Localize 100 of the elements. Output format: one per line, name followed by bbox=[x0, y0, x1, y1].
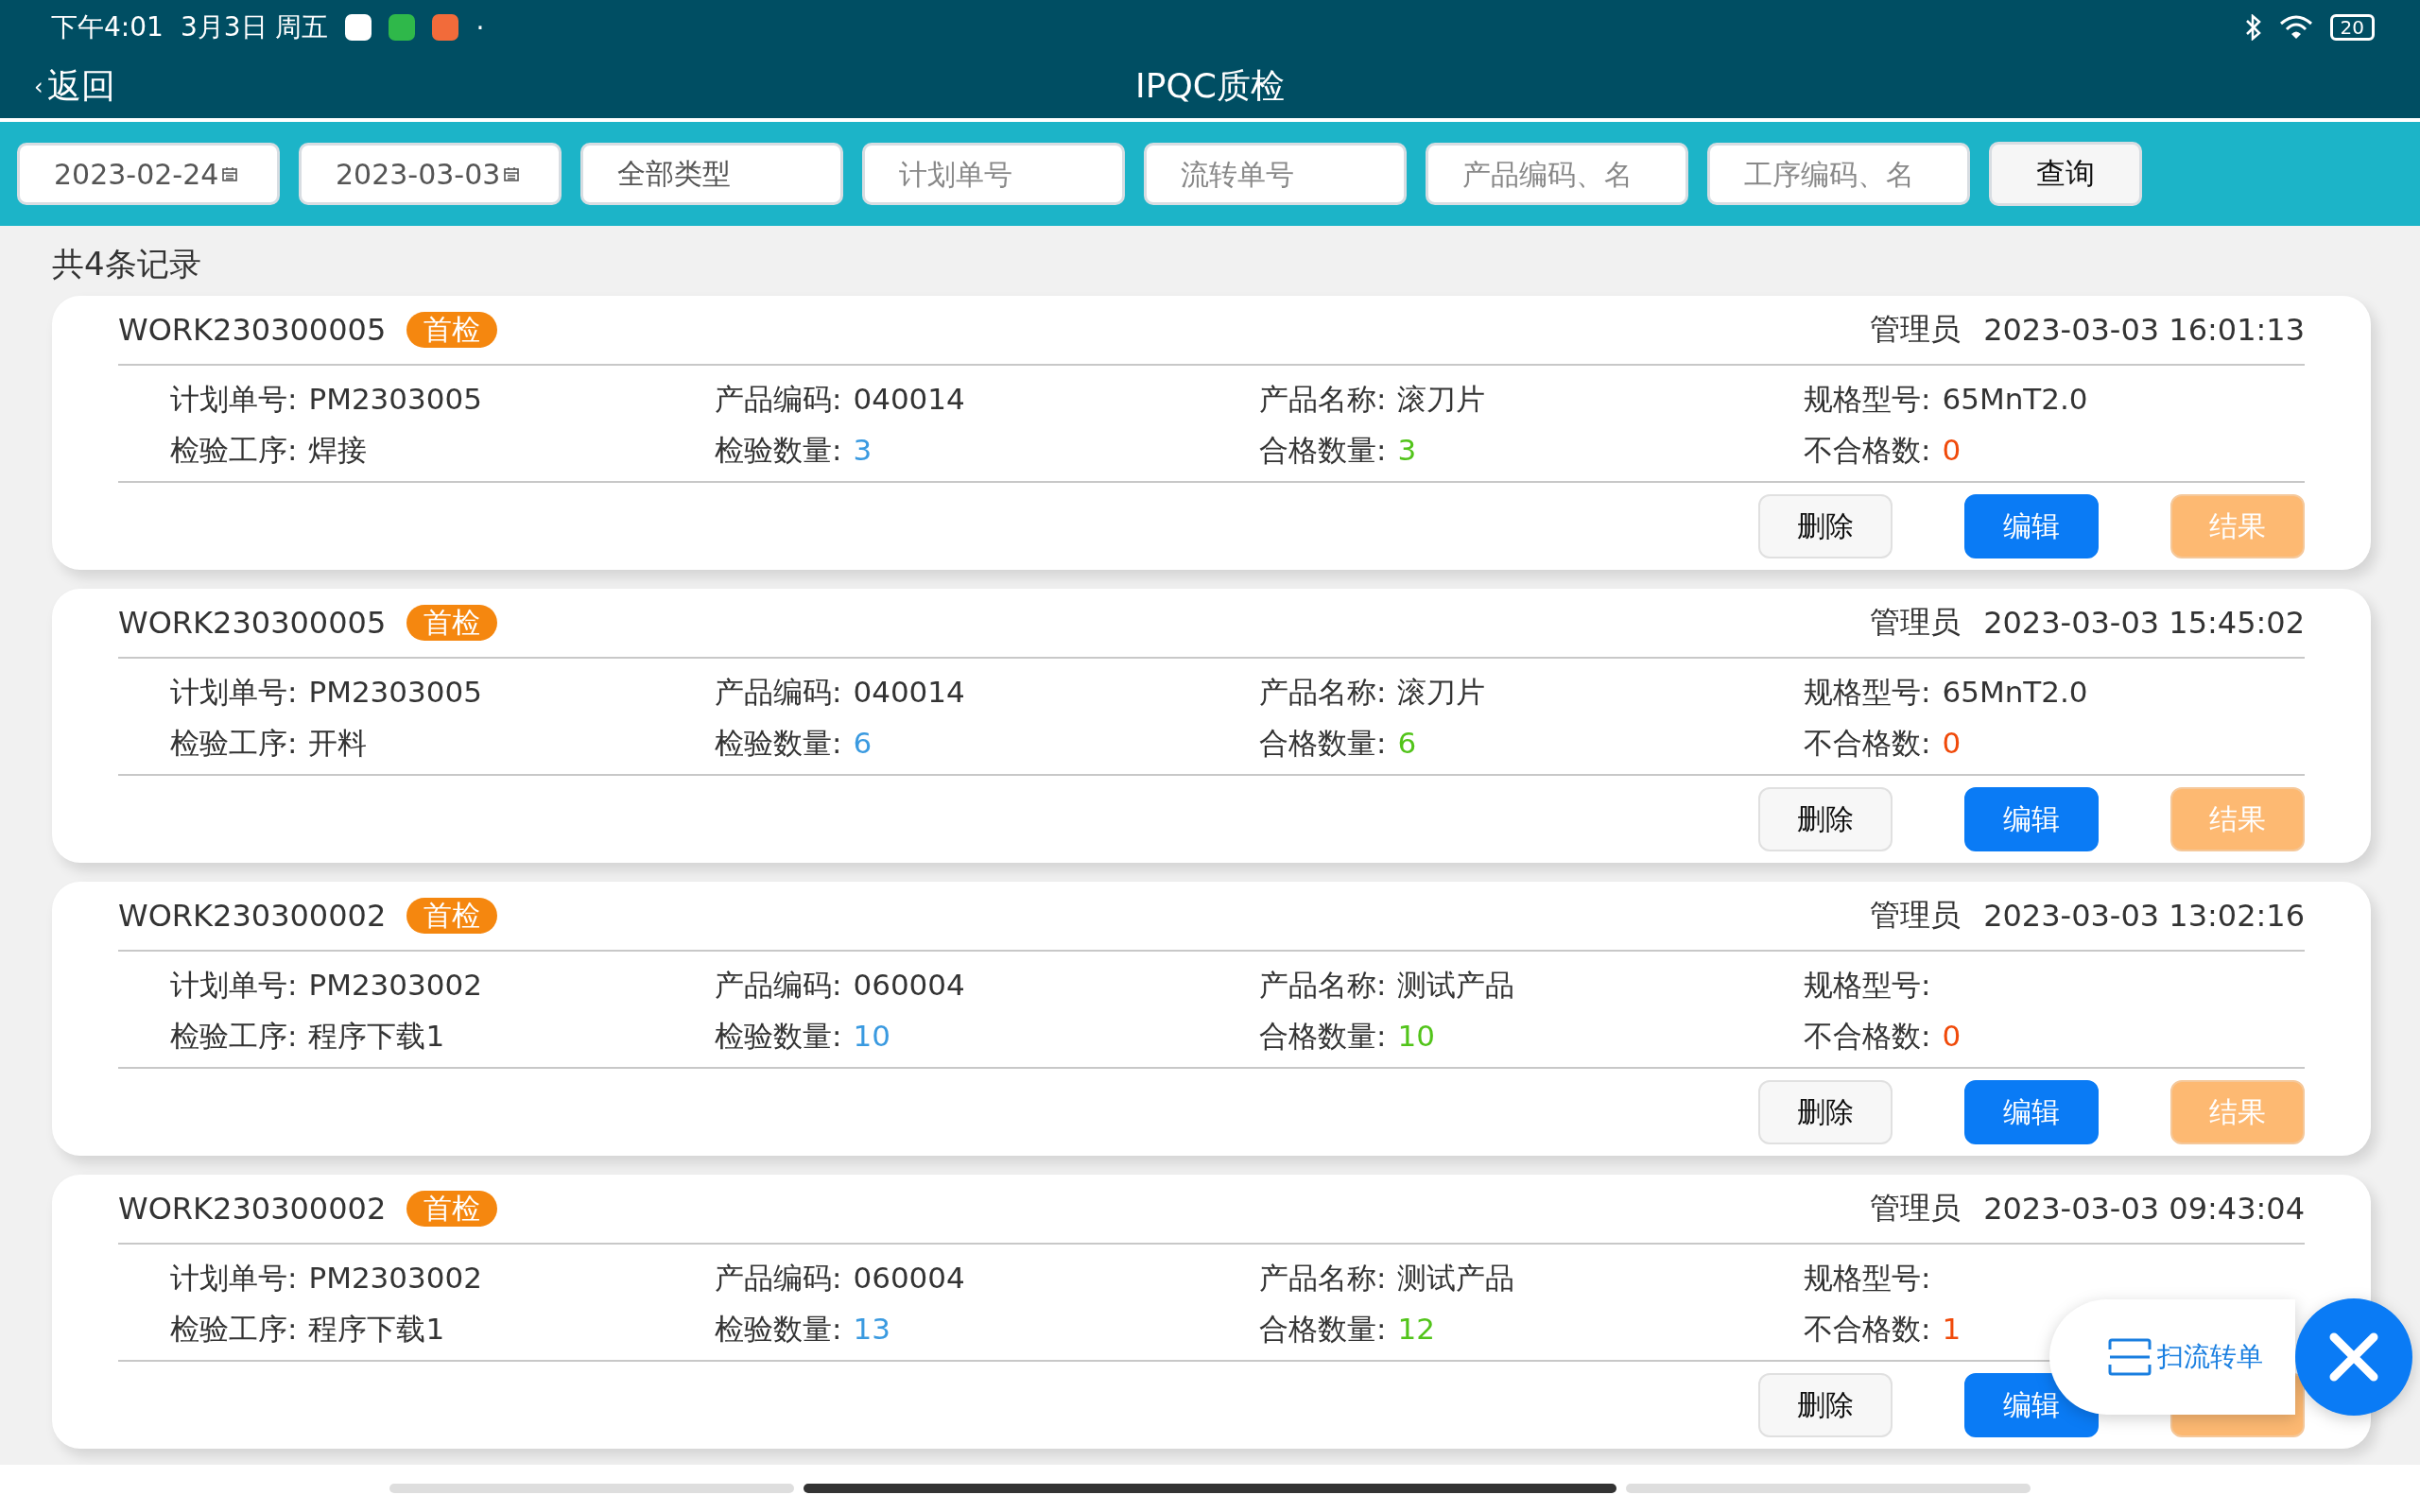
field-label: 检验数量: bbox=[715, 725, 842, 762]
field-value: 焊接 bbox=[308, 432, 368, 469]
delete-button[interactable]: 删除 bbox=[1758, 1373, 1893, 1437]
field-value: 0 bbox=[1942, 1018, 1962, 1055]
status-time: 下午4:01 bbox=[51, 10, 164, 44]
field-value: PM2303002 bbox=[308, 1260, 482, 1297]
record-time: 2023-03-03 13:02:16 bbox=[1983, 898, 2305, 934]
field-label: 计划单号: bbox=[170, 1260, 298, 1297]
record-time: 2023-03-03 16:01:13 bbox=[1983, 312, 2305, 348]
field-value: 3 bbox=[853, 432, 873, 469]
field-value: 程序下载1 bbox=[308, 1311, 445, 1348]
field-value: 3 bbox=[1397, 432, 1417, 469]
edit-button[interactable]: 编辑 bbox=[1964, 1080, 2099, 1144]
field-label: 不合格数: bbox=[1804, 432, 1931, 469]
status-date: 3月3日 周五 bbox=[180, 10, 329, 44]
inspection-type-badge: 首检 bbox=[406, 1191, 498, 1227]
field-label: 合格数量: bbox=[1259, 432, 1387, 469]
field-label: 计划单号: bbox=[170, 674, 298, 711]
edit-button[interactable]: 编辑 bbox=[1964, 494, 2099, 558]
field-label: 产品编码: bbox=[715, 967, 842, 1004]
field-label: 产品编码: bbox=[715, 674, 842, 711]
field-label: 不合格数: bbox=[1804, 1018, 1931, 1055]
date-field[interactable]: 2023-03-03 bbox=[299, 143, 562, 205]
page-title: IPQC质检 bbox=[1135, 65, 1285, 107]
calendar-icon bbox=[222, 166, 238, 181]
field-value: 滚刀片 bbox=[1397, 674, 1486, 711]
inspector-name: 管理员 bbox=[1870, 603, 1962, 642]
field-value: PM2303005 bbox=[308, 674, 482, 711]
search-field[interactable]: 流转单号 bbox=[1144, 143, 1407, 205]
inspector-name: 管理员 bbox=[1870, 1189, 1962, 1228]
record-code: WORK230300005 bbox=[118, 605, 387, 641]
field-label: 检验工序: bbox=[170, 725, 298, 762]
field-label: 计划单号: bbox=[170, 967, 298, 1004]
search-field[interactable]: 产品编码、名 bbox=[1426, 143, 1688, 205]
search-field[interactable]: 工序编码、名 bbox=[1707, 143, 1970, 205]
field-value: 060004 bbox=[853, 1260, 965, 1297]
inspector-name: 管理员 bbox=[1870, 310, 1962, 349]
field-value: 0 bbox=[1942, 432, 1962, 469]
field-label: 合格数量: bbox=[1259, 725, 1387, 762]
field-label: 合格数量: bbox=[1259, 1018, 1387, 1055]
status-dot: · bbox=[475, 11, 485, 43]
field-value: 6 bbox=[853, 725, 873, 762]
field-value: 10 bbox=[1397, 1018, 1435, 1055]
field-label: 产品名称: bbox=[1259, 967, 1387, 1004]
field-label: 不合格数: bbox=[1804, 1311, 1931, 1348]
inspection-type-badge: 首检 bbox=[406, 898, 498, 934]
field-label: 产品名称: bbox=[1259, 381, 1387, 418]
field-value: 测试产品 bbox=[1397, 967, 1515, 1004]
field-label: 规格型号: bbox=[1804, 381, 1931, 418]
field-value: PM2303005 bbox=[308, 381, 482, 418]
field-label: 规格型号: bbox=[1804, 967, 1931, 1004]
field-label: 不合格数: bbox=[1804, 725, 1931, 762]
field-label: 检验数量: bbox=[715, 1018, 842, 1055]
query-button[interactable]: 查询 bbox=[1989, 142, 2142, 206]
field-value: PM2303002 bbox=[308, 967, 482, 1004]
bluetooth-icon bbox=[2244, 14, 2262, 41]
scan-icon bbox=[2108, 1338, 2152, 1376]
field-label: 检验数量: bbox=[715, 1311, 842, 1348]
field-label: 规格型号: bbox=[1804, 674, 1931, 711]
type-dropdown[interactable]: 全部类型 bbox=[580, 143, 843, 205]
field-value: 040014 bbox=[853, 674, 965, 711]
field-label: 产品名称: bbox=[1259, 1260, 1387, 1297]
field-label: 产品编码: bbox=[715, 1260, 842, 1297]
search-field[interactable]: 计划单号 bbox=[862, 143, 1125, 205]
field-value: 65MnT2.0 bbox=[1942, 381, 2088, 418]
field-value: 12 bbox=[1397, 1311, 1435, 1348]
delete-button[interactable]: 删除 bbox=[1758, 1080, 1893, 1144]
field-value: 6 bbox=[1397, 725, 1417, 762]
inspection-type-badge: 首检 bbox=[406, 312, 498, 348]
record-code: WORK230300002 bbox=[118, 898, 387, 934]
back-button[interactable]: ‹返回 bbox=[34, 63, 115, 110]
date-field[interactable]: 2023-02-24 bbox=[17, 143, 280, 205]
field-label: 检验数量: bbox=[715, 432, 842, 469]
field-value: 0 bbox=[1942, 725, 1962, 762]
field-label: 规格型号: bbox=[1804, 1260, 1931, 1297]
field-label: 产品编码: bbox=[715, 381, 842, 418]
wifi-icon bbox=[2278, 14, 2313, 41]
field-value: 060004 bbox=[853, 967, 965, 1004]
close-icon bbox=[2328, 1332, 2379, 1383]
edit-button[interactable]: 编辑 bbox=[1964, 787, 2099, 851]
field-value: 开料 bbox=[308, 725, 368, 762]
calendar-icon bbox=[504, 166, 520, 181]
field-label: 检验工序: bbox=[170, 432, 298, 469]
field-label: 合格数量: bbox=[1259, 1311, 1387, 1348]
delete-button[interactable]: 删除 bbox=[1758, 494, 1893, 558]
record-time: 2023-03-03 09:43:04 bbox=[1983, 1191, 2305, 1227]
field-value: 测试产品 bbox=[1397, 1260, 1515, 1297]
record-code: WORK230300002 bbox=[118, 1191, 387, 1227]
field-value: 040014 bbox=[853, 381, 965, 418]
record-code: WORK230300005 bbox=[118, 312, 387, 348]
record-count: 共4条记录 bbox=[51, 244, 202, 284]
delete-button[interactable]: 删除 bbox=[1758, 787, 1893, 851]
field-label: 产品名称: bbox=[1259, 674, 1387, 711]
field-value: 程序下载1 bbox=[308, 1018, 445, 1055]
field-label: 计划单号: bbox=[170, 381, 298, 418]
battery-indicator: 20 bbox=[2329, 14, 2375, 41]
record-time: 2023-03-03 15:45:02 bbox=[1983, 605, 2305, 641]
inspector-name: 管理员 bbox=[1870, 896, 1962, 935]
field-label: 检验工序: bbox=[170, 1018, 298, 1055]
field-value: 10 bbox=[853, 1018, 890, 1055]
